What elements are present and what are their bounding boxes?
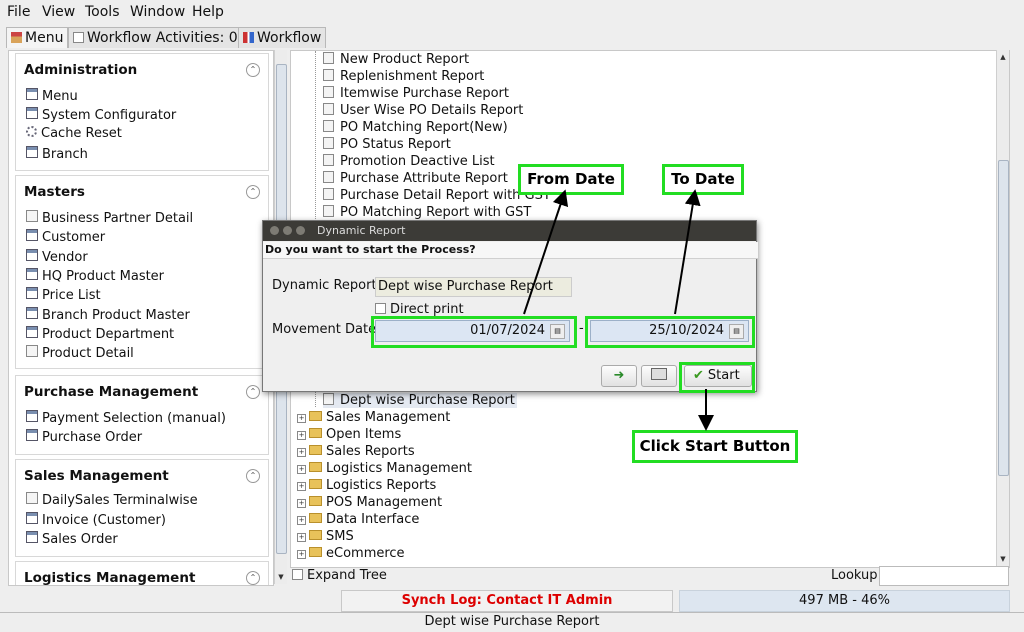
annotation-arrows	[523, 189, 714, 431]
to-date-arrow	[674, 189, 701, 315]
from-date-arrow	[523, 189, 569, 315]
